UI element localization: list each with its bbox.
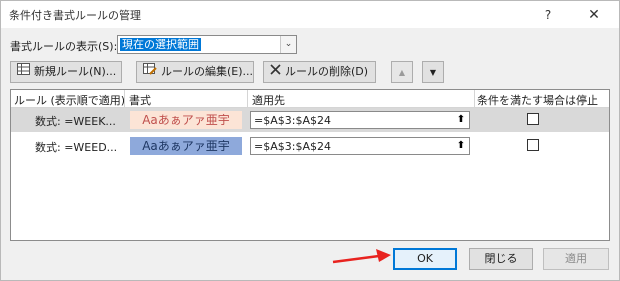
- collapse-dialog-icon[interactable]: ⬆: [453, 112, 469, 128]
- apply-button[interactable]: 適用: [543, 248, 609, 270]
- arrow-up-icon: ▲: [398, 68, 406, 77]
- annotation-arrow-icon: [332, 249, 391, 264]
- conditional-formatting-rules-manager-dialog: 条件付き書式ルールの管理 ? ✕ 書式ルールの表示(S): 現在の選択範囲 ⌄ …: [0, 0, 620, 281]
- arrow-down-icon: ▼: [429, 68, 437, 77]
- move-down-button[interactable]: ▼: [422, 61, 444, 83]
- header-applies-to: 適用先: [252, 94, 285, 107]
- new-rule-label: 新規ルール(N)...: [34, 65, 117, 78]
- rule-row[interactable]: 数式: =WEEK... Aaあぁアァ亜宇 =$A$3:$A$24 ⬆: [11, 108, 609, 132]
- delete-icon: [270, 62, 281, 82]
- header-format: 書式: [129, 94, 151, 107]
- applies-to-value: =$A$3:$A$24: [254, 114, 331, 127]
- header-divider: [474, 90, 475, 108]
- applies-to-input[interactable]: =$A$3:$A$24 ⬆: [250, 111, 470, 129]
- new-rule-button[interactable]: 新規ルール(N)...: [10, 61, 122, 83]
- close-icon[interactable]: ✕: [583, 5, 605, 25]
- format-preview: Aaあぁアァ亜宇: [130, 137, 242, 155]
- header-rule: ルール (表示順で適用): [14, 94, 126, 107]
- rules-list: ルール (表示順で適用) 書式 適用先 条件を満たす場合は停止 数式: =WEE…: [10, 89, 610, 241]
- applies-to-input[interactable]: =$A$3:$A$24 ⬆: [250, 137, 470, 155]
- header-divider: [124, 90, 125, 108]
- header-divider: [247, 90, 248, 108]
- new-rule-icon: [17, 62, 30, 82]
- title-bar: 条件付き書式ルールの管理 ? ✕: [1, 1, 619, 28]
- move-up-button[interactable]: ▲: [391, 61, 413, 83]
- stop-if-true-checkbox[interactable]: [527, 139, 539, 151]
- applies-to-value: =$A$3:$A$24: [254, 140, 331, 153]
- close-button[interactable]: 閉じる: [469, 248, 533, 270]
- edit-rule-label: ルールの編集(E)...: [161, 65, 254, 78]
- format-preview: Aaあぁアァ亜宇: [130, 111, 242, 129]
- rule-row[interactable]: 数式: =WEED... Aaあぁアァ亜宇 =$A$3:$A$24 ⬆: [11, 134, 609, 158]
- show-rules-for-dropdown[interactable]: 現在の選択範囲 ⌄: [117, 35, 297, 54]
- dialog-title: 条件付き書式ルールの管理: [9, 9, 141, 22]
- show-rules-selected-value: 現在の選択範囲: [120, 38, 201, 51]
- show-rules-label: 書式ルールの表示(S):: [10, 40, 118, 53]
- collapse-dialog-icon[interactable]: ⬆: [453, 138, 469, 154]
- rule-description: 数式: =WEEK...: [35, 115, 116, 128]
- header-stop-if-true: 条件を満たす場合は停止: [477, 94, 598, 107]
- rules-header: ルール (表示順で適用) 書式 適用先 条件を満たす場合は停止: [11, 90, 609, 108]
- stop-if-true-checkbox[interactable]: [527, 113, 539, 125]
- help-button[interactable]: ?: [538, 5, 558, 25]
- delete-rule-button[interactable]: ルールの削除(D): [263, 61, 376, 83]
- delete-rule-label: ルールの削除(D): [285, 65, 369, 78]
- ok-button[interactable]: OK: [393, 248, 457, 270]
- rule-description: 数式: =WEED...: [35, 141, 118, 154]
- edit-rule-button[interactable]: ルールの編集(E)...: [136, 61, 254, 83]
- edit-rule-icon: [143, 62, 157, 82]
- chevron-down-icon[interactable]: ⌄: [280, 36, 296, 53]
